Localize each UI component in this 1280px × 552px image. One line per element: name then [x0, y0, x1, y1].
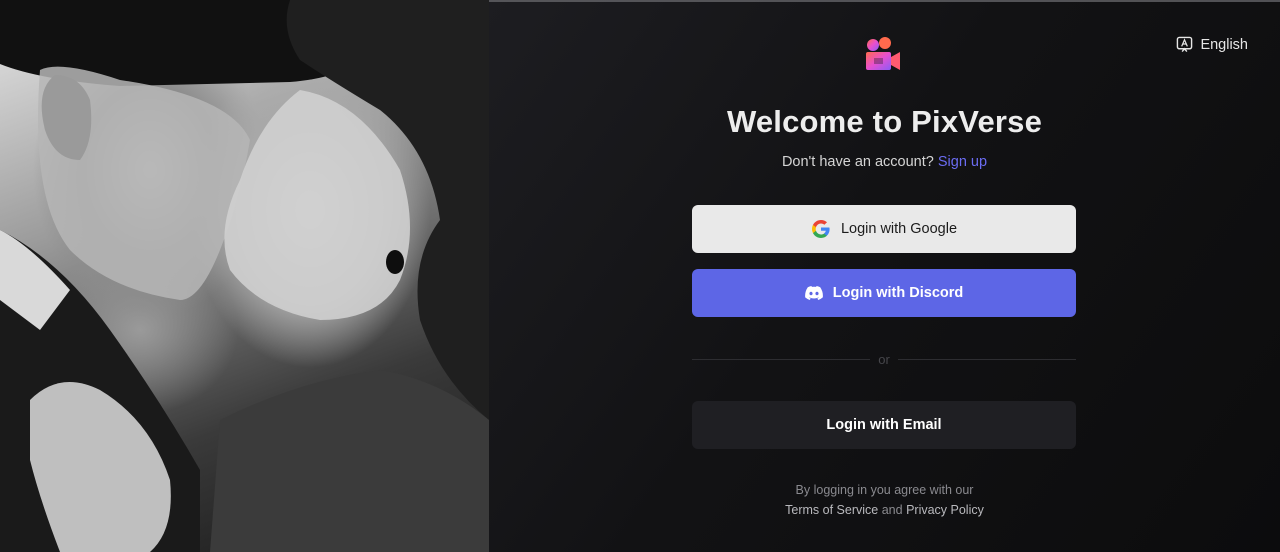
earring-shape — [386, 250, 404, 274]
terms-notice: By logging in you agree with our Terms o… — [489, 480, 1280, 520]
privacy-policy-link[interactable]: Privacy Policy — [906, 503, 984, 517]
page-title: Welcome to PixVerse — [726, 104, 1043, 139]
hero-photo-shapes — [0, 0, 489, 552]
login-discord-button[interactable]: Login with Discord — [692, 269, 1076, 317]
woman-dress-shape — [210, 370, 489, 552]
no-account-text: Don't have an account? — [781, 154, 934, 170]
signup-link[interactable]: Sign up — [938, 154, 987, 170]
woman-face-shape — [224, 90, 410, 320]
login-google-label: Login with Google — [840, 221, 958, 237]
or-divider: or — [692, 350, 1076, 368]
divider-label: or — [878, 351, 890, 367]
discord-icon — [804, 286, 823, 300]
divider-line-right — [897, 358, 1076, 360]
login-discord-label: Login with Discord — [832, 285, 964, 301]
login-google-button[interactable]: Login with Google — [692, 205, 1076, 253]
terms-of-service-link[interactable]: Terms of Service — [785, 503, 878, 517]
language-label: English — [1200, 36, 1248, 53]
divider-line-left — [692, 358, 871, 360]
google-icon — [811, 220, 830, 238]
language-selector[interactable]: English — [1176, 36, 1248, 53]
terms-links-row: Terms of Service and Privacy Policy — [489, 500, 1280, 520]
language-icon — [1177, 36, 1193, 53]
login-email-label: Login with Email — [826, 417, 942, 433]
and-text: and — [881, 503, 903, 517]
pixverse-logo-icon — [866, 37, 900, 70]
agree-text: By logging in you agree with our — [795, 483, 974, 497]
login-email-button[interactable]: Login with Email — [692, 401, 1076, 449]
hero-photo — [0, 0, 489, 552]
signup-prompt: Don't have an account? Sign up — [489, 154, 1280, 170]
login-panel: English Welcome to PixVerse Don't have a… — [489, 0, 1280, 552]
